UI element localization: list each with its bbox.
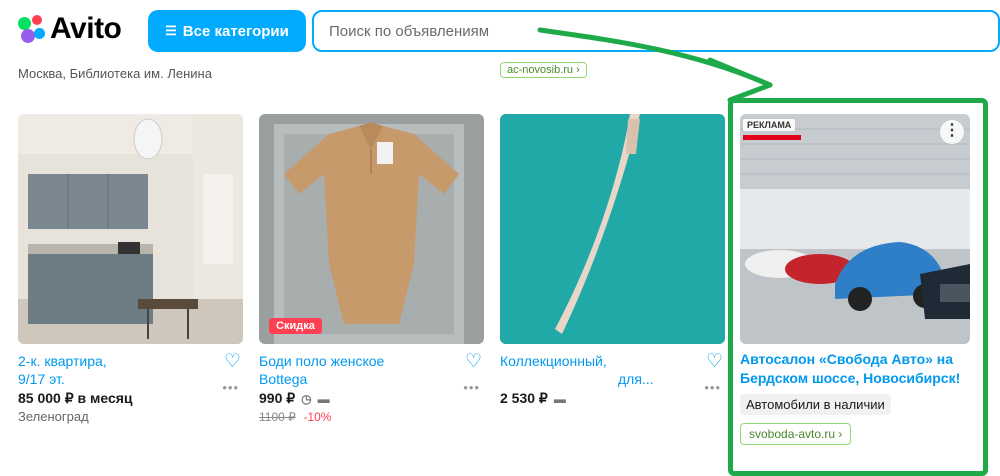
listing-price-row: 990 ₽ ◷ ▬ <box>259 390 484 407</box>
search-bar[interactable] <box>312 10 1000 52</box>
listing-title[interactable]: Коллекционный, для... <box>500 352 700 388</box>
logo-dots-icon <box>18 15 46 43</box>
listing-location: Зеленоград <box>18 409 89 424</box>
more-vertical-icon[interactable]: ⋮ <box>940 120 964 144</box>
ad-label: РЕКЛАМА <box>743 119 796 131</box>
ad-brand-stripe <box>743 135 801 140</box>
listing-card[interactable]: Коллекционный, для... ♡ ••• 2 530 ₽ ▬ <box>500 114 725 407</box>
favorite-heart-icon[interactable]: ♡ <box>465 350 482 373</box>
more-dots-icon[interactable]: ••• <box>463 380 480 395</box>
delivery-truck-icon: ▬ <box>553 391 566 406</box>
listing-price: 2 530 ₽ <box>500 390 548 406</box>
discount-percent: -10% <box>303 410 332 424</box>
sale-badge: Скидка <box>269 318 322 334</box>
listing-title[interactable]: 2-к. квартира, 9/17 эт. <box>18 352 218 388</box>
location-text[interactable]: Москва, Библиотека им. Ленина <box>18 66 212 81</box>
clock-icon: ◷ <box>301 391 312 406</box>
listing-title[interactable]: Боди поло женское Bottega <box>259 352 459 388</box>
car-showroom-photo[interactable]: РЕКЛАМА ⋮ <box>740 114 970 344</box>
favorite-heart-icon[interactable]: ♡ <box>706 350 723 373</box>
ad-tag: Автомобили в наличии <box>740 394 891 415</box>
menu-search-icon: ☰ <box>165 23 177 38</box>
search-input[interactable] <box>329 22 998 40</box>
bodysuit-photo[interactable]: Скидка <box>259 114 484 344</box>
all-categories-button[interactable]: ☰ Все категории <box>148 10 306 52</box>
ad-title[interactable]: Автосалон «Свобода Авто» на Бердском шос… <box>740 350 972 388</box>
more-dots-icon[interactable]: ••• <box>222 380 239 395</box>
ad-card[interactable]: РЕКЛАМА ⋮ Автосалон «Свобода Авто» на Бе… <box>740 114 972 445</box>
top-ad-link[interactable]: ac-novosib.ru › <box>500 62 587 78</box>
avito-logo[interactable]: Avito <box>18 12 122 45</box>
listing-price: 990 ₽ <box>259 390 296 406</box>
delivery-truck-icon: ▬ <box>317 391 330 406</box>
listing-price: 85 000 ₽ в месяц <box>18 390 133 406</box>
favorite-heart-icon[interactable]: ♡ <box>224 350 241 373</box>
apartment-photo[interactable] <box>18 114 243 344</box>
more-dots-icon[interactable]: ••• <box>704 380 721 395</box>
ad-link[interactable]: svoboda-avto.ru › <box>740 423 852 445</box>
listing-price-row: 2 530 ₽ ▬ <box>500 390 725 407</box>
old-price: 1100 ₽ <box>259 410 296 424</box>
logo-text: Avito <box>50 12 122 45</box>
listing-card[interactable]: Скидка Боди поло женское Bottega ♡ ••• 9… <box>259 114 484 424</box>
listing-card[interactable]: 2-к. квартира, 9/17 эт. ♡ ••• 85 000 ₽ в… <box>18 114 243 424</box>
collectible-photo[interactable] <box>500 114 725 344</box>
all-categories-label: Все категории <box>182 22 289 40</box>
